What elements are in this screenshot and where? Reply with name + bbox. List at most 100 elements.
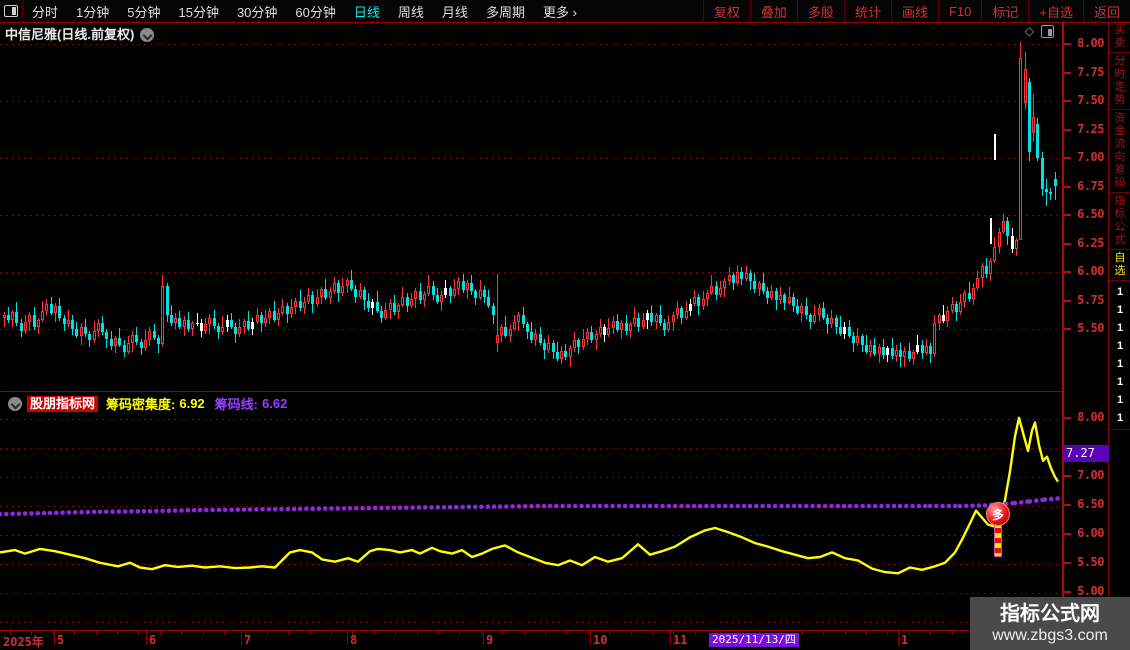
minor-tick	[117, 631, 118, 635]
toolbar-button-统计[interactable]: 统计	[843, 0, 891, 22]
date-axis: 2025年 5 6 7 8 9 10 11 1 2025/11/13/四	[0, 630, 1108, 650]
candle	[217, 325, 220, 333]
main-candle-panel[interactable]: 中信尼雅(日线.前复权) ◇	[0, 22, 1062, 390]
candle	[680, 308, 684, 318]
strip-char: 1	[1116, 412, 1124, 424]
period-tab-15分钟[interactable]: 15分钟	[169, 2, 227, 21]
minor-tick	[203, 631, 204, 635]
period-tab-30分钟[interactable]: 30分钟	[228, 2, 286, 21]
period-tab-多周期[interactable]: 多周期	[477, 2, 534, 21]
candle	[23, 322, 27, 332]
strip-section-1[interactable]: 分时走势	[1109, 53, 1130, 110]
indicator-lines	[0, 416, 1060, 575]
toolbar-button-叠加[interactable]: 叠加	[749, 0, 797, 22]
gridline	[0, 272, 1062, 273]
y-axis-label: 5.00	[1077, 584, 1104, 598]
candle	[264, 317, 268, 324]
minor-tick	[288, 631, 289, 635]
candle	[830, 317, 834, 325]
period-tab-月线[interactable]: 月线	[433, 2, 477, 21]
candle	[431, 285, 435, 295]
strip-char: 1	[1116, 322, 1124, 334]
candle	[298, 300, 302, 309]
month-tick	[146, 631, 147, 645]
candle	[890, 348, 894, 357]
candle	[2, 315, 6, 318]
candle	[392, 302, 396, 312]
candle	[963, 292, 967, 302]
chevron-down-icon[interactable]	[8, 396, 22, 411]
candle	[547, 342, 551, 350]
period-tab-1分钟[interactable]: 1分钟	[67, 2, 118, 21]
period-tab-5分钟[interactable]: 5分钟	[118, 2, 169, 21]
candle	[152, 331, 156, 339]
candle	[873, 344, 877, 355]
strip-section-2[interactable]: 资金流向筹码	[1109, 110, 1130, 193]
candle	[371, 301, 375, 309]
diamond-icon[interactable]: ◇	[1025, 24, 1034, 38]
white-mark	[994, 134, 996, 160]
candle	[401, 297, 405, 306]
strip-char: 流	[1114, 138, 1126, 150]
candle	[826, 317, 830, 325]
toolbar-button-复权[interactable]: 复权	[702, 0, 750, 22]
toolbar-button-画线[interactable]: 画线	[890, 0, 938, 22]
strip-section-5[interactable]: 1 1 1 1 1 1 1 1	[1109, 281, 1130, 430]
toolbar-button-F10[interactable]: F10	[937, 0, 981, 22]
candle	[843, 326, 847, 334]
toolbar-button-+自选[interactable]: +自选	[1028, 0, 1083, 22]
gridline	[0, 44, 1062, 45]
period-tab-周线[interactable]: 周线	[389, 2, 433, 21]
strip-section-4[interactable]: 自选	[1109, 250, 1130, 281]
minor-tick	[588, 631, 589, 635]
candle	[1002, 220, 1006, 233]
y-axis-tick	[1064, 417, 1071, 419]
candle	[28, 315, 32, 323]
candle	[1044, 188, 1048, 193]
candle	[169, 315, 173, 324]
candle	[255, 315, 259, 323]
minor-tick	[909, 631, 910, 635]
minor-tick	[310, 631, 311, 635]
candle	[345, 279, 349, 286]
toolbar-button-多股[interactable]: 多股	[796, 0, 844, 22]
candle	[624, 323, 628, 332]
minor-tick	[374, 631, 375, 635]
candle	[397, 305, 401, 312]
minor-tick	[438, 631, 439, 635]
period-tab-更多 ›[interactable]: 更多 ›	[534, 2, 586, 21]
period-tab-日线[interactable]: 日线	[345, 2, 389, 21]
candle	[521, 315, 525, 325]
month-label-11: 11	[673, 633, 688, 647]
candle	[753, 281, 757, 290]
chevron-down-icon[interactable]	[140, 28, 155, 42]
strip-section-3[interactable]: 指标公式	[1109, 193, 1130, 250]
toolbar-button-标记[interactable]: 标记	[981, 0, 1028, 22]
period-tab-60分钟[interactable]: 60分钟	[286, 2, 344, 21]
candle	[671, 315, 675, 323]
candle	[590, 332, 594, 341]
layout-icon[interactable]	[0, 1, 23, 21]
minor-tick	[609, 631, 610, 635]
candle	[641, 319, 645, 327]
candle	[414, 291, 418, 300]
panel-split-icon[interactable]	[1041, 24, 1054, 38]
candle	[946, 310, 950, 321]
strip-char: 1	[1116, 304, 1124, 316]
y-axis-label: 7.00	[1077, 150, 1104, 164]
candle	[993, 246, 997, 261]
strip-section-0[interactable]: 买卖	[1109, 22, 1130, 53]
candle	[967, 292, 971, 300]
candle	[478, 290, 482, 299]
candle	[839, 326, 843, 334]
candle	[778, 294, 782, 301]
candle	[440, 294, 444, 302]
candle	[997, 232, 1001, 247]
y-axis-label: 7.75	[1077, 64, 1104, 79]
period-tab-分时[interactable]: 分时	[23, 2, 67, 21]
toolbar-button-返回[interactable]: 返回	[1082, 0, 1130, 22]
candle	[53, 306, 57, 314]
source-tag[interactable]: 股朋指标网	[27, 395, 99, 412]
candle	[238, 326, 242, 334]
indicator-panel[interactable]: 股朋指标网 筹码密集度: 6.92 筹码线: 6.62 多	[0, 391, 1062, 631]
